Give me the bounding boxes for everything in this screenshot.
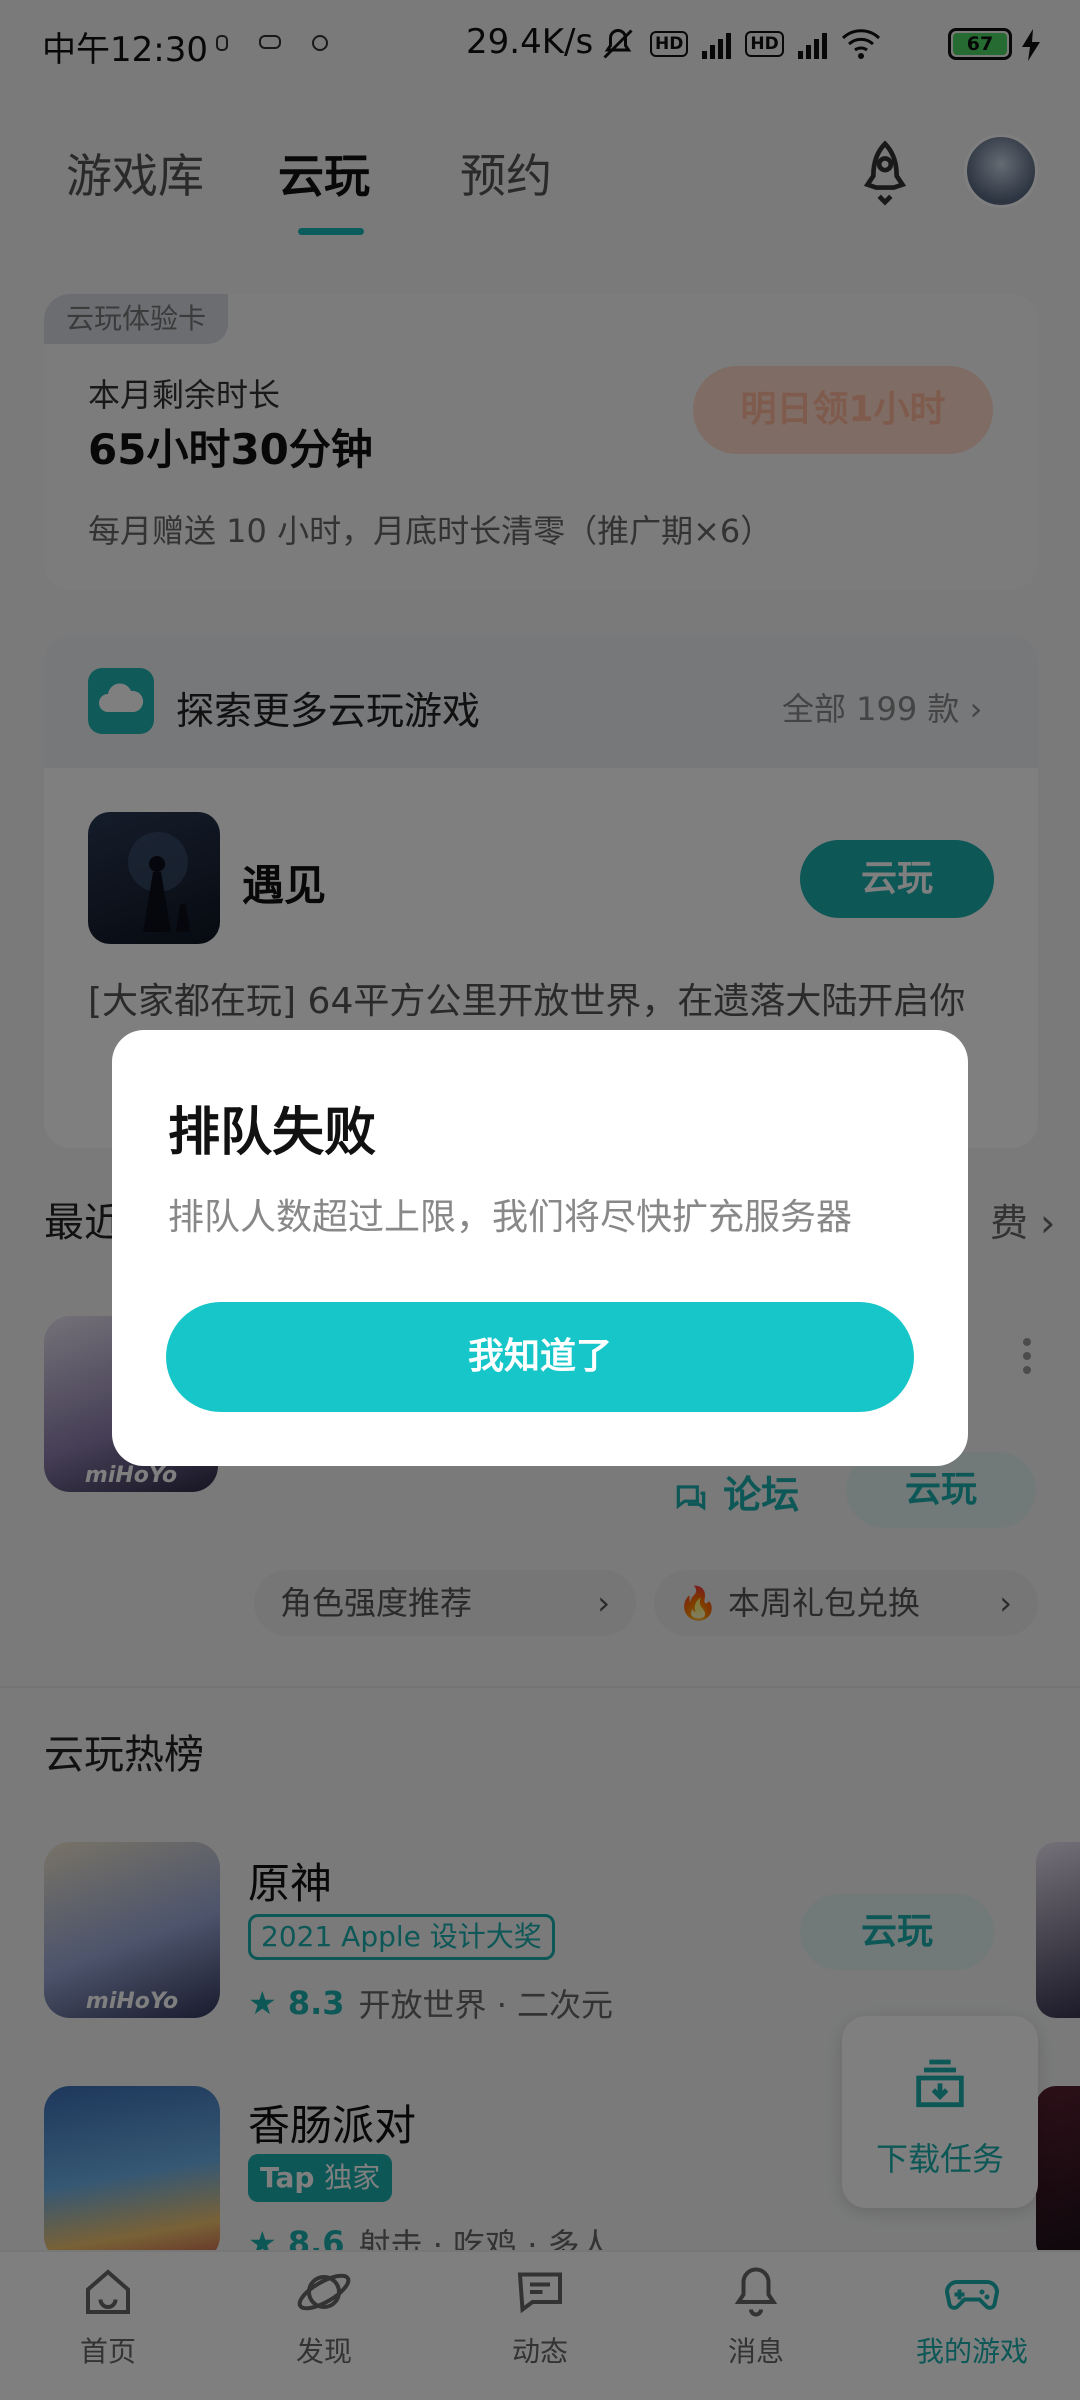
dialog-title: 排队失败 [168,1103,377,1163]
dialog-confirm-button[interactable]: 我知道了 [166,1302,914,1412]
dialog-message: 排队人数超过上限，我们将尽快扩充服务器 [168,1197,853,1238]
